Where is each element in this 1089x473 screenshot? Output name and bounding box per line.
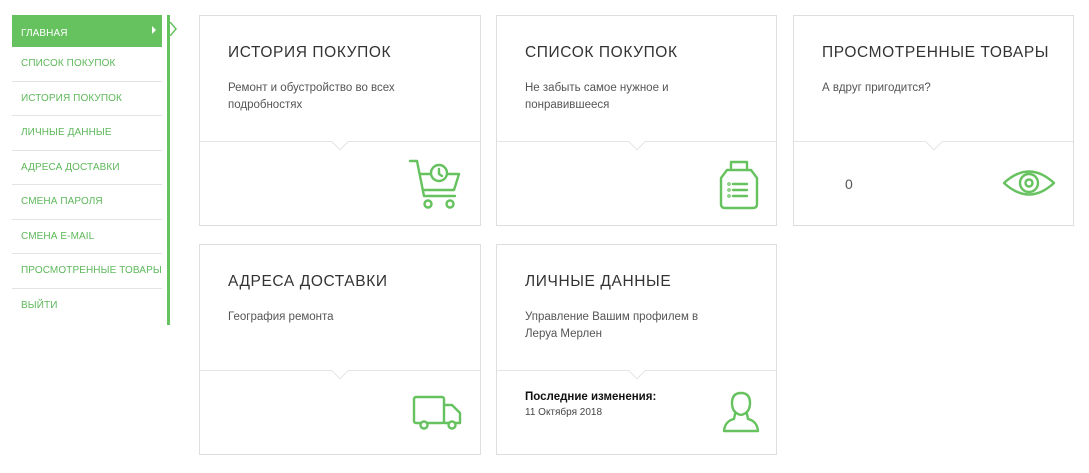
card-personal-data[interactable]: Личные данные Управление Вашим профилем … [496,244,777,455]
sidebar-divider [167,15,170,325]
card-description: География ремонта [228,311,334,323]
sidebar-item-purchase-history[interactable]: История покупок [12,82,162,116]
card-header [200,245,480,371]
viewed-count: 0 [845,176,853,192]
card-viewed-products[interactable]: Просмотренные товары А вдруг пригодится?… [793,15,1074,226]
card-header [794,16,1073,142]
card-title: История покупок [228,44,392,61]
sidebar-item-personal-data[interactable]: Личные данные [12,116,162,151]
sidebar-nav: Главная Список покупок История покупок Л… [12,15,162,323]
user-icon [722,391,760,433]
card-header [200,16,480,142]
card-title: Адреса доставки [228,273,388,290]
last-changes-date: 11 Октября 2018 [525,407,603,418]
card-header [497,245,776,371]
eye-icon [1002,170,1056,196]
card-description: А вдруг пригодится? [822,82,931,94]
sidebar-item-change-password[interactable]: Смена пароля [12,185,162,220]
card-description: Не забыть самое нужное и понравившееся [525,82,669,111]
card-title: Просмотренные товары [822,44,1050,61]
sidebar-item-viewed-products[interactable]: Просмотренные товары [12,254,162,289]
card-title: Список покупок [525,44,678,61]
chevron-right-icon [152,26,156,34]
sidebar-item-logout[interactable]: Выйти [12,289,162,324]
sidebar-item-shopping-list[interactable]: Список покупок [12,47,162,82]
card-title: Личные данные [525,273,672,290]
shopping-bag-icon [719,160,759,210]
card-header [497,16,776,142]
card-description: Ремонт и обустройство во всех подробност… [228,82,395,111]
sidebar-item-label: Главная [21,28,68,39]
sidebar-item-delivery-addresses[interactable]: Адреса доставки [12,151,162,185]
card-purchase-history[interactable]: История покупок Ремонт и обустройство во… [199,15,481,226]
card-description: Управление Вашим профилем в Леруа Мерлен [525,311,699,340]
sidebar-item-change-email[interactable]: Смена e-mail [12,220,162,254]
sidebar-item-home[interactable]: Главная [12,15,162,47]
cart-history-icon [408,159,461,209]
truck-icon [412,395,462,430]
sidebar-pointer-icon [170,22,177,36]
card-shopping-list[interactable]: Список покупок Не забыть самое нужное и … [496,15,777,226]
last-changes-label: Последние изменения: [525,391,657,403]
card-delivery-addresses[interactable]: Адреса доставки География ремонта [199,244,481,455]
